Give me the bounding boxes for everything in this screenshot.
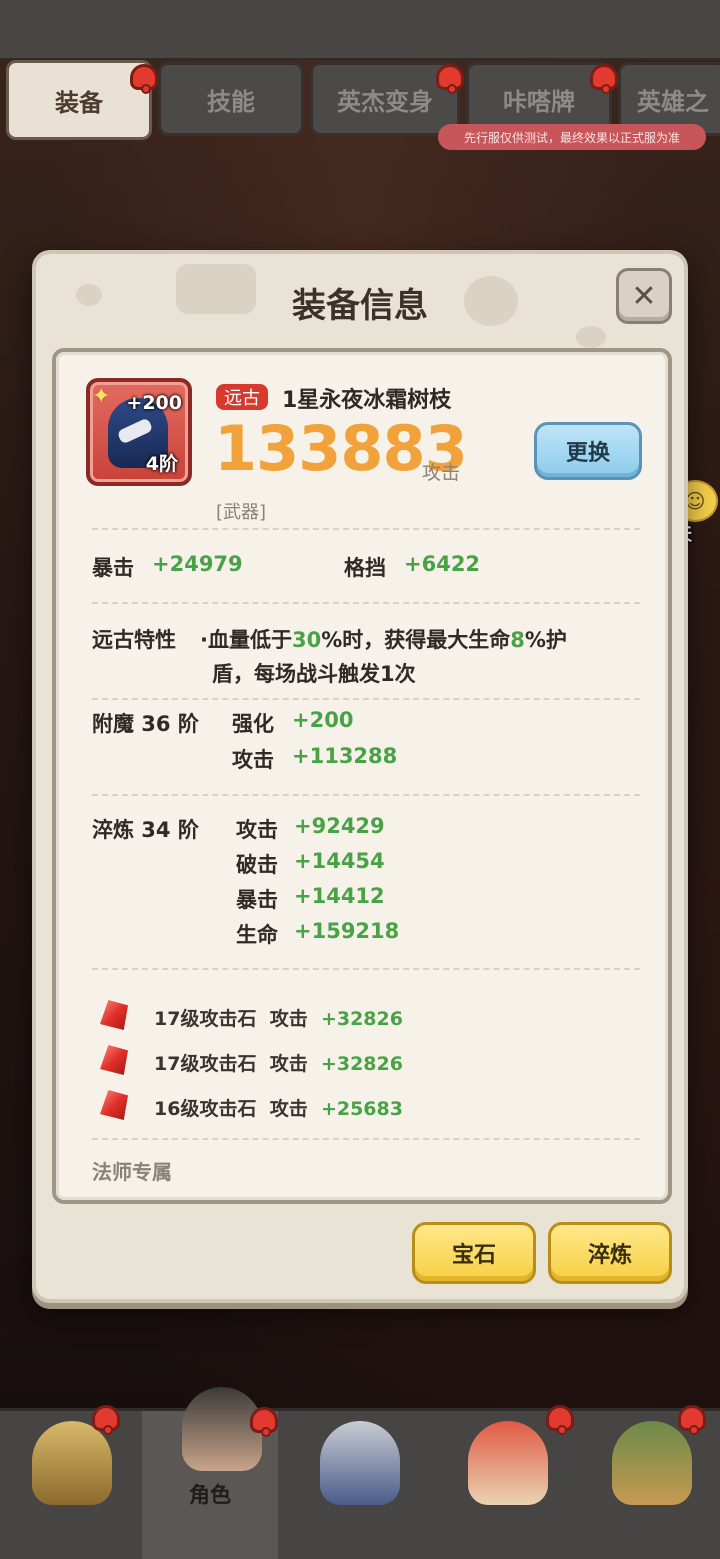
- hero-1-icon: [32, 1421, 112, 1505]
- equipment-info-modal: 装备信息 ✕ ✦ +200 4阶 远古 1星永夜冰霜树枝 133883 攻击 […: [32, 250, 688, 1303]
- nav-hero-5[interactable]: [584, 1411, 720, 1559]
- gem-name: 17级攻击石: [154, 1008, 257, 1030]
- item-type: [武器]: [216, 502, 267, 523]
- close-button[interactable]: ✕: [616, 268, 672, 324]
- divider: [92, 528, 640, 530]
- tab-label: 英杰变身: [337, 87, 433, 116]
- nav-hero-1[interactable]: [4, 1411, 140, 1559]
- gem-name: 16级攻击石: [154, 1098, 257, 1120]
- tab-label: 技能: [207, 87, 255, 116]
- star-icon: ✦: [92, 384, 111, 409]
- ancient-trait-line-1: ·血量低于30%时，获得最大生命8%护: [200, 628, 567, 652]
- notification-bell-icon: [250, 1407, 278, 1437]
- refine-label: 淬炼 34 阶: [92, 818, 199, 842]
- enhance-badge: +200: [126, 392, 182, 414]
- item-name: 1星永夜冰霜树枝: [282, 388, 452, 413]
- gem-value: +32826: [320, 1053, 403, 1075]
- nav-label: 角色: [189, 1483, 231, 1507]
- class-restriction: 法师专属: [92, 1160, 172, 1184]
- notification-bell-icon: [678, 1405, 706, 1435]
- nav-character[interactable]: 角色: [142, 1387, 278, 1559]
- stat-label: 破击: [236, 853, 278, 877]
- decorative-stone: [576, 326, 606, 348]
- tab-skills[interactable]: 技能: [158, 62, 304, 136]
- equipment-icon[interactable]: ✦ +200 4阶: [86, 378, 192, 486]
- pet-icon: [468, 1421, 548, 1505]
- swap-button[interactable]: 更换: [534, 422, 642, 480]
- ancient-trait-line-2: 盾，每场战斗触发1次: [212, 662, 416, 686]
- test-server-notice: 先行服仅供测试，最终效果以正式服为准: [438, 124, 706, 150]
- tier-badge: 4阶: [145, 453, 178, 475]
- stat-value: +14412: [294, 884, 385, 908]
- divider: [92, 1138, 640, 1140]
- gem-stat: 攻击: [269, 1008, 308, 1030]
- hero-5-icon: [612, 1421, 692, 1505]
- stat-value: +14454: [294, 849, 385, 873]
- bottom-nav: 角色: [0, 1387, 720, 1559]
- stat-label: 格挡: [344, 556, 386, 580]
- divider: [92, 794, 640, 796]
- stat-value: +113288: [292, 744, 398, 768]
- gem-row: 16级攻击石 攻击 +25683: [154, 1094, 403, 1121]
- gem-row: 17级攻击石 攻击 +32826: [154, 1004, 403, 1031]
- divider: [92, 968, 640, 970]
- rarity-badge: 远古: [216, 384, 268, 410]
- hero-2-icon: [182, 1387, 262, 1471]
- gem-button[interactable]: 宝石: [412, 1222, 536, 1284]
- tab-label: 咔嗒牌: [503, 87, 575, 116]
- stat-label: 生命: [236, 923, 278, 947]
- gem-row: 17级攻击石 攻击 +32826: [154, 1049, 403, 1076]
- stat-label: 攻击: [232, 748, 274, 772]
- gem-stat: 攻击: [269, 1098, 308, 1120]
- gem-value: +25683: [320, 1098, 403, 1120]
- gem-name: 17级攻击石: [154, 1053, 257, 1075]
- notification-bell-icon: [92, 1405, 120, 1435]
- divider: [92, 602, 640, 604]
- modal-title: 装备信息: [292, 286, 428, 326]
- nav-equipment[interactable]: [292, 1411, 428, 1559]
- close-icon: ✕: [631, 278, 657, 314]
- refine-button[interactable]: 淬炼: [548, 1222, 672, 1284]
- gem-value: +32826: [320, 1008, 403, 1030]
- stat-label: 强化: [232, 712, 274, 736]
- ruby-gem-icon: [100, 1090, 128, 1120]
- stat-value: +92429: [294, 814, 385, 838]
- stat-value: +159218: [294, 919, 400, 943]
- stat-value: +6422: [404, 552, 481, 576]
- gem-stat: 攻击: [269, 1053, 308, 1075]
- stat-value: +200: [292, 708, 354, 732]
- ruby-gem-icon: [100, 1000, 128, 1030]
- notification-bell-icon: [546, 1405, 574, 1435]
- ancient-trait-label: 远古特性: [92, 628, 176, 652]
- notification-bell-icon: [590, 64, 618, 94]
- nav-pet[interactable]: [440, 1411, 576, 1559]
- stat-value: +24979: [152, 552, 243, 576]
- notification-bell-icon: [436, 64, 464, 94]
- divider: [92, 698, 640, 700]
- power-unit: 攻击: [422, 462, 461, 484]
- tab-label: 英雄之: [637, 87, 709, 116]
- stat-label: 暴击: [236, 888, 278, 912]
- equipment-detail-panel: ✦ +200 4阶 远古 1星永夜冰霜树枝 133883 攻击 [武器] 更换 …: [52, 348, 672, 1204]
- notification-bell-icon: [130, 64, 158, 94]
- ruby-gem-icon: [100, 1045, 128, 1075]
- enchant-label: 附魔 36 阶: [92, 712, 199, 736]
- stat-label: 暴击: [92, 556, 134, 580]
- equipment-icon: [320, 1421, 400, 1505]
- stat-label: 攻击: [236, 818, 278, 842]
- top-strip: [0, 0, 720, 60]
- tab-label: 装备: [55, 88, 103, 117]
